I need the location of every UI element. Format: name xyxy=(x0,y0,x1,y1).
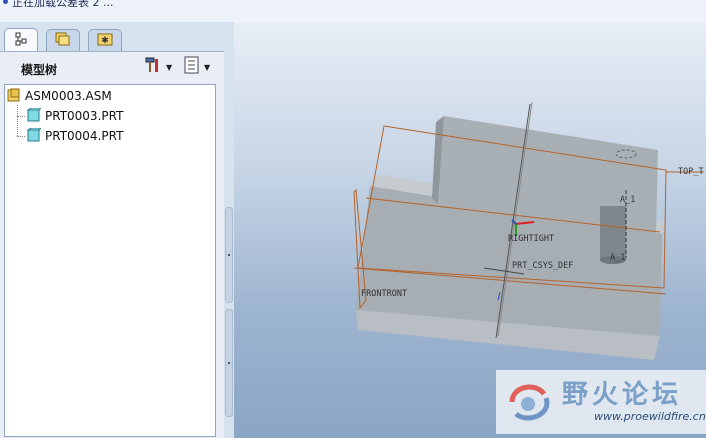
tree-connector xyxy=(17,105,18,136)
cylinder-post xyxy=(600,206,626,260)
hammer-wrench-icon xyxy=(143,56,163,78)
chevron-down-icon: ▼ xyxy=(166,62,173,72)
tree-tools-button[interactable]: ▼ xyxy=(143,57,172,77)
tree-structure-icon xyxy=(13,31,29,51)
tree-item-label: ASM0003.ASM xyxy=(25,89,112,103)
model-tree-title: 模型树 xyxy=(21,63,58,77)
grip-icon xyxy=(228,362,230,364)
axis-label-a1-top: A_1 xyxy=(620,195,635,205)
navigator-tabs: ✱ xyxy=(0,24,234,52)
list-settings-icon xyxy=(183,56,201,78)
axis-label-a1-bottom: A_1 xyxy=(610,253,625,263)
datum-label-top: TOP_T xyxy=(678,167,704,177)
tree-settings-button[interactable]: ▼ xyxy=(183,56,211,78)
tree-item-prt0004[interactable]: PRT0004.PRT xyxy=(26,127,124,145)
tab-model-tree[interactable] xyxy=(4,28,38,52)
csys-label: PRT_CSYS_DEF xyxy=(512,261,573,271)
status-indicator-icon xyxy=(3,0,8,4)
panel-splitter[interactable] xyxy=(224,51,234,417)
collapse-handle-top[interactable] xyxy=(225,207,233,303)
model-tree-header: 模型树 ▼ ▼ xyxy=(0,52,224,82)
tree-connector xyxy=(17,116,25,117)
datum-label-right: RIGHTIGHT xyxy=(508,234,554,244)
assembly-icon xyxy=(7,88,21,105)
star-folder-icon: ✱ xyxy=(96,31,114,51)
svg-text:✱: ✱ xyxy=(101,36,109,46)
collapse-handle-bottom[interactable] xyxy=(225,309,233,417)
part-icon xyxy=(26,127,43,145)
navigator-panel: ✱ 模型树 ▼ ▼ ASM0003.ASM PRT0003.PRT PRT000… xyxy=(0,22,234,438)
tree-item-label: PRT0004.PRT xyxy=(45,129,124,143)
tree-item-asm0003[interactable]: ASM0003.ASM xyxy=(7,87,112,105)
tree-connector xyxy=(17,136,25,137)
chevron-down-icon: ▼ xyxy=(204,62,211,72)
grip-icon xyxy=(228,254,230,256)
part-icon xyxy=(26,107,43,125)
model-tree: ASM0003.ASM PRT0003.PRT PRT0004.PRT xyxy=(4,84,216,437)
tab-favorites[interactable]: ✱ xyxy=(88,29,122,51)
graphics-viewport[interactable]: TOP_T RIGHTIGHT PRT_CSYS_DEF FRONTRONT A… xyxy=(234,22,706,438)
tab-folder-browser[interactable] xyxy=(46,29,80,51)
status-bar: 正在加载公差表 2 ... xyxy=(0,0,706,23)
forum-watermark: 野火论坛 www.proewildfire.cn xyxy=(496,370,706,434)
watermark-title: 野火论坛 xyxy=(562,380,683,410)
status-message: 正在加载公差表 2 ... xyxy=(12,0,114,9)
model-tree-pane: 模型树 ▼ ▼ ASM0003.ASM PRT0003.PRT PRT0004.… xyxy=(0,51,224,438)
tree-item-prt0003[interactable]: PRT0003.PRT xyxy=(26,107,124,125)
tree-item-label: PRT0003.PRT xyxy=(45,109,124,123)
watermark-url: www.proewildfire.cn xyxy=(594,410,706,423)
datum-label-front: FRONTRONT xyxy=(361,289,407,299)
folders-icon xyxy=(54,31,72,51)
